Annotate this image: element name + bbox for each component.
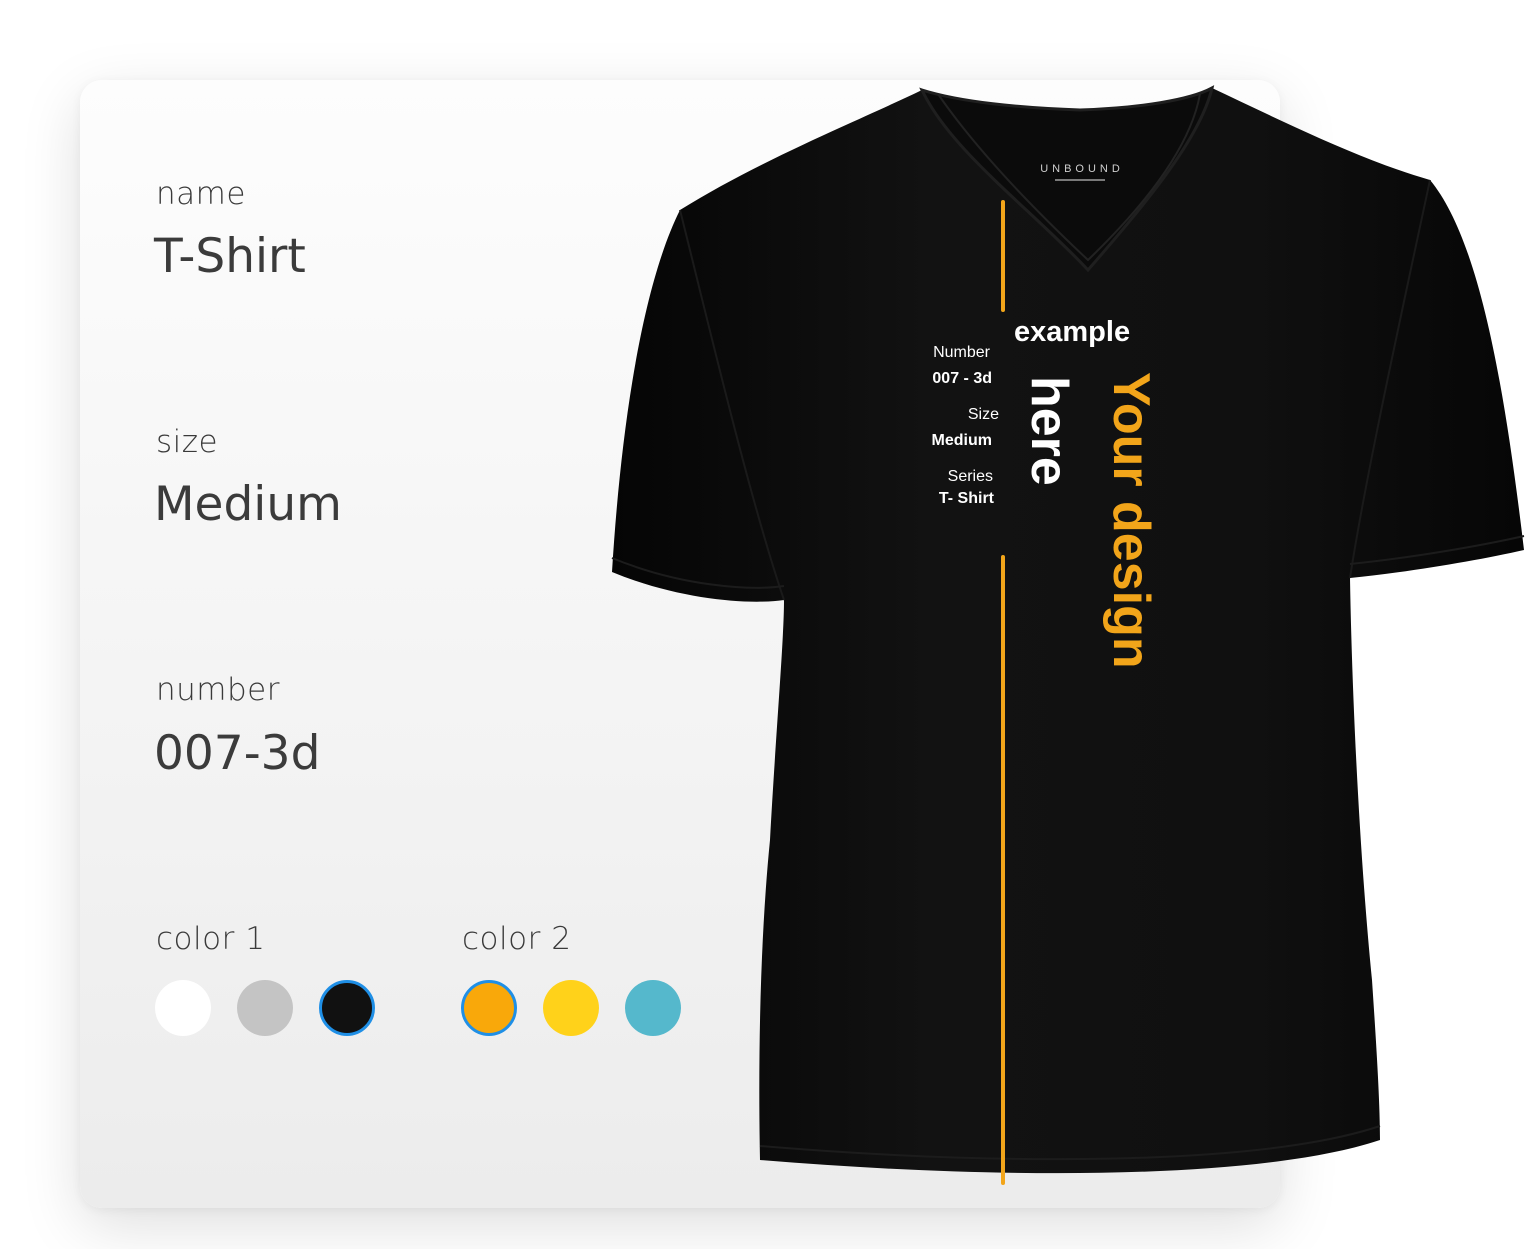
brand-tag-line bbox=[1055, 179, 1105, 181]
accent-line-top bbox=[1001, 200, 1005, 312]
print-number-label: Number bbox=[933, 344, 990, 361]
print-series-label: Series bbox=[947, 468, 993, 485]
name-value[interactable]: T-Shirt bbox=[154, 229, 306, 284]
tshirt-image bbox=[611, 85, 1525, 1185]
print-headline-example: example bbox=[1014, 316, 1131, 348]
color1-swatch-gray[interactable] bbox=[237, 980, 293, 1036]
color1-swatch-black[interactable] bbox=[319, 980, 375, 1036]
print-headline-here: here bbox=[1020, 376, 1078, 486]
size-value[interactable]: Medium bbox=[154, 477, 342, 532]
number-label: number bbox=[156, 672, 280, 708]
color2-swatch-yellow[interactable] bbox=[543, 980, 599, 1036]
color1-swatch-white[interactable] bbox=[155, 980, 211, 1036]
color1-label: color 1 bbox=[156, 921, 266, 957]
print-headline-your-design: Your design bbox=[1102, 372, 1160, 669]
accent-line-bottom bbox=[1001, 555, 1005, 1185]
product-customizer: name T-Shirt size Medium number 007-3d c… bbox=[0, 0, 1526, 1249]
color2-swatch-orange[interactable] bbox=[461, 980, 517, 1036]
color2-label: color 2 bbox=[462, 921, 572, 957]
print-series-value: T- Shirt bbox=[938, 490, 994, 507]
print-size-value: Medium bbox=[931, 432, 992, 449]
print-size-label: Size bbox=[967, 406, 999, 423]
size-label: size bbox=[156, 424, 219, 460]
tshirt-preview: UNBOUND Number 007 - 3d Size Medium Seri… bbox=[600, 80, 1526, 1200]
brand-label: UNBOUND bbox=[1040, 163, 1124, 175]
number-value[interactable]: 007-3d bbox=[154, 726, 320, 781]
print-number-value: 007 - 3d bbox=[932, 370, 992, 387]
name-label: name bbox=[156, 176, 246, 212]
